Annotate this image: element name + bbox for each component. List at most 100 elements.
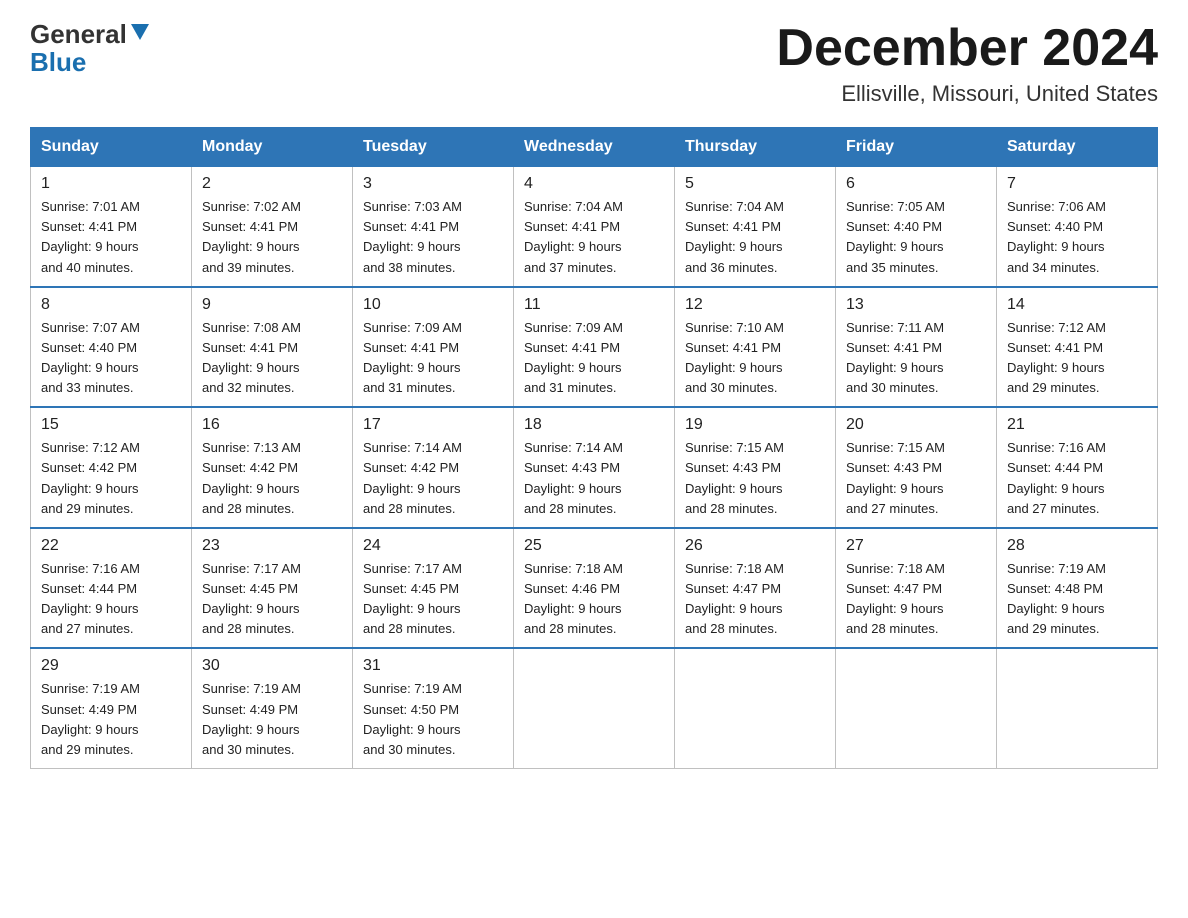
- day-info: Sunrise: 7:09 AMSunset: 4:41 PMDaylight:…: [524, 318, 664, 399]
- day-info: Sunrise: 7:15 AMSunset: 4:43 PMDaylight:…: [846, 438, 986, 519]
- table-row: 23 Sunrise: 7:17 AMSunset: 4:45 PMDayligh…: [192, 528, 353, 649]
- day-number: 23: [202, 537, 342, 555]
- day-number: 22: [41, 537, 181, 555]
- day-info: Sunrise: 7:19 AMSunset: 4:49 PMDaylight:…: [41, 679, 181, 760]
- table-row: 26Sunrise: 7:18 AMSunset: 4:47 PMDayligh…: [675, 528, 836, 649]
- day-info: Sunrise: 7:06 AMSunset: 4:40 PMDaylight:…: [1007, 197, 1147, 278]
- table-row: 18 Sunrise: 7:14 AMSunset: 4:43 PMDayligh…: [514, 407, 675, 528]
- day-info: Sunrise: 7:13 AMSunset: 4:42 PMDaylight:…: [202, 438, 342, 519]
- month-title: December 2024: [776, 20, 1158, 77]
- table-row: 8 Sunrise: 7:07 AMSunset: 4:40 PMDaylight…: [31, 287, 192, 408]
- day-number: 21: [1007, 416, 1147, 434]
- day-info: Sunrise: 7:14 AMSunset: 4:42 PMDaylight:…: [363, 438, 503, 519]
- table-row: 29Sunrise: 7:19 AMSunset: 4:49 PMDayligh…: [31, 648, 192, 768]
- day-number: 11: [524, 296, 664, 314]
- day-number: 31: [363, 657, 503, 675]
- col-thursday: Thursday: [675, 128, 836, 167]
- day-number: 25: [524, 537, 664, 555]
- calendar-week-row: 1 Sunrise: 7:01 AMSunset: 4:41 PMDaylight…: [31, 167, 1158, 287]
- day-info: Sunrise: 7:19 AMSunset: 4:48 PMDaylight:…: [1007, 559, 1147, 640]
- calendar-header-row: Sunday Monday Tuesday Wednesday Thursday…: [31, 128, 1158, 167]
- table-row: 28 Sunrise: 7:19 AMSunset: 4:48 PMDayligh…: [997, 528, 1158, 649]
- day-info: Sunrise: 7:12 AMSunset: 4:41 PMDaylight:…: [1007, 318, 1147, 399]
- day-number: 19: [685, 416, 825, 434]
- day-info: Sunrise: 7:17 AMSunset: 4:45 PMDaylight:…: [363, 559, 503, 640]
- day-number: 17: [363, 416, 503, 434]
- day-number: 27: [846, 537, 986, 555]
- table-row: [675, 648, 836, 768]
- day-info: Sunrise: 7:18 AMSunset: 4:47 PMDaylight:…: [685, 559, 825, 640]
- table-row: [997, 648, 1158, 768]
- day-number: 13: [846, 296, 986, 314]
- calendar-week-row: 29Sunrise: 7:19 AMSunset: 4:49 PMDayligh…: [31, 648, 1158, 768]
- col-wednesday: Wednesday: [514, 128, 675, 167]
- table-row: 15 Sunrise: 7:12 AMSunset: 4:42 PMDayligh…: [31, 407, 192, 528]
- day-info: Sunrise: 7:15 AMSunset: 4:43 PMDaylight:…: [685, 438, 825, 519]
- day-number: 10: [363, 296, 503, 314]
- calendar-week-row: 8 Sunrise: 7:07 AMSunset: 4:40 PMDaylight…: [31, 287, 1158, 408]
- col-sunday: Sunday: [31, 128, 192, 167]
- day-number: 20: [846, 416, 986, 434]
- day-number: 7: [1007, 175, 1147, 193]
- day-info: Sunrise: 7:17 AMSunset: 4:45 PMDaylight:…: [202, 559, 342, 640]
- day-info: Sunrise: 7:08 AMSunset: 4:41 PMDaylight:…: [202, 318, 342, 399]
- calendar-table: Sunday Monday Tuesday Wednesday Thursday…: [30, 127, 1158, 769]
- day-info: Sunrise: 7:05 AMSunset: 4:40 PMDaylight:…: [846, 197, 986, 278]
- day-number: 18: [524, 416, 664, 434]
- table-row: 27 Sunrise: 7:18 AMSunset: 4:47 PMDayligh…: [836, 528, 997, 649]
- table-row: 31 Sunrise: 7:19 AMSunset: 4:50 PMDayligh…: [353, 648, 514, 768]
- table-row: 22 Sunrise: 7:16 AMSunset: 4:44 PMDayligh…: [31, 528, 192, 649]
- page-header: General Blue December 2024 Ellisville, M…: [30, 20, 1158, 107]
- day-info: Sunrise: 7:18 AMSunset: 4:47 PMDaylight:…: [846, 559, 986, 640]
- day-number: 30: [202, 657, 342, 675]
- table-row: 3Sunrise: 7:03 AMSunset: 4:41 PMDaylight…: [353, 167, 514, 287]
- day-info: Sunrise: 7:11 AMSunset: 4:41 PMDaylight:…: [846, 318, 986, 399]
- day-number: 12: [685, 296, 825, 314]
- day-info: Sunrise: 7:01 AMSunset: 4:41 PMDaylight:…: [41, 197, 181, 278]
- table-row: 7 Sunrise: 7:06 AMSunset: 4:40 PMDaylight…: [997, 167, 1158, 287]
- day-info: Sunrise: 7:10 AMSunset: 4:41 PMDaylight:…: [685, 318, 825, 399]
- table-row: 16 Sunrise: 7:13 AMSunset: 4:42 PMDayligh…: [192, 407, 353, 528]
- table-row: 10Sunrise: 7:09 AMSunset: 4:41 PMDayligh…: [353, 287, 514, 408]
- day-number: 16: [202, 416, 342, 434]
- logo: General Blue: [30, 20, 151, 78]
- day-info: Sunrise: 7:16 AMSunset: 4:44 PMDaylight:…: [41, 559, 181, 640]
- col-friday: Friday: [836, 128, 997, 167]
- day-info: Sunrise: 7:12 AMSunset: 4:42 PMDaylight:…: [41, 438, 181, 519]
- day-info: Sunrise: 7:02 AMSunset: 4:41 PMDaylight:…: [202, 197, 342, 278]
- day-info: Sunrise: 7:14 AMSunset: 4:43 PMDaylight:…: [524, 438, 664, 519]
- col-saturday: Saturday: [997, 128, 1158, 167]
- col-tuesday: Tuesday: [353, 128, 514, 167]
- table-row: 17 Sunrise: 7:14 AMSunset: 4:42 PMDayligh…: [353, 407, 514, 528]
- table-row: 11 Sunrise: 7:09 AMSunset: 4:41 PMDayligh…: [514, 287, 675, 408]
- day-number: 8: [41, 296, 181, 314]
- title-area: December 2024 Ellisville, Missouri, Unit…: [776, 20, 1158, 107]
- table-row: 24Sunrise: 7:17 AMSunset: 4:45 PMDayligh…: [353, 528, 514, 649]
- table-row: 2 Sunrise: 7:02 AMSunset: 4:41 PMDaylight…: [192, 167, 353, 287]
- day-number: 15: [41, 416, 181, 434]
- table-row: 6 Sunrise: 7:05 AMSunset: 4:40 PMDaylight…: [836, 167, 997, 287]
- day-number: 3: [363, 175, 503, 193]
- table-row: 1 Sunrise: 7:01 AMSunset: 4:41 PMDaylight…: [31, 167, 192, 287]
- table-row: 13 Sunrise: 7:11 AMSunset: 4:41 PMDayligh…: [836, 287, 997, 408]
- col-monday: Monday: [192, 128, 353, 167]
- day-number: 9: [202, 296, 342, 314]
- table-row: 20 Sunrise: 7:15 AMSunset: 4:43 PMDayligh…: [836, 407, 997, 528]
- day-number: 2: [202, 175, 342, 193]
- day-number: 4: [524, 175, 664, 193]
- logo-general-text: General: [30, 21, 127, 47]
- day-info: Sunrise: 7:07 AMSunset: 4:40 PMDaylight:…: [41, 318, 181, 399]
- location-title: Ellisville, Missouri, United States: [776, 81, 1158, 107]
- day-info: Sunrise: 7:18 AMSunset: 4:46 PMDaylight:…: [524, 559, 664, 640]
- table-row: [514, 648, 675, 768]
- logo-blue-text: Blue: [30, 47, 86, 77]
- day-number: 14: [1007, 296, 1147, 314]
- table-row: 14 Sunrise: 7:12 AMSunset: 4:41 PMDayligh…: [997, 287, 1158, 408]
- day-info: Sunrise: 7:19 AMSunset: 4:50 PMDaylight:…: [363, 679, 503, 760]
- table-row: 12 Sunrise: 7:10 AMSunset: 4:41 PMDayligh…: [675, 287, 836, 408]
- table-row: 30Sunrise: 7:19 AMSunset: 4:49 PMDayligh…: [192, 648, 353, 768]
- day-number: 1: [41, 175, 181, 193]
- logo-arrow-icon: [129, 20, 151, 42]
- day-number: 6: [846, 175, 986, 193]
- day-number: 28: [1007, 537, 1147, 555]
